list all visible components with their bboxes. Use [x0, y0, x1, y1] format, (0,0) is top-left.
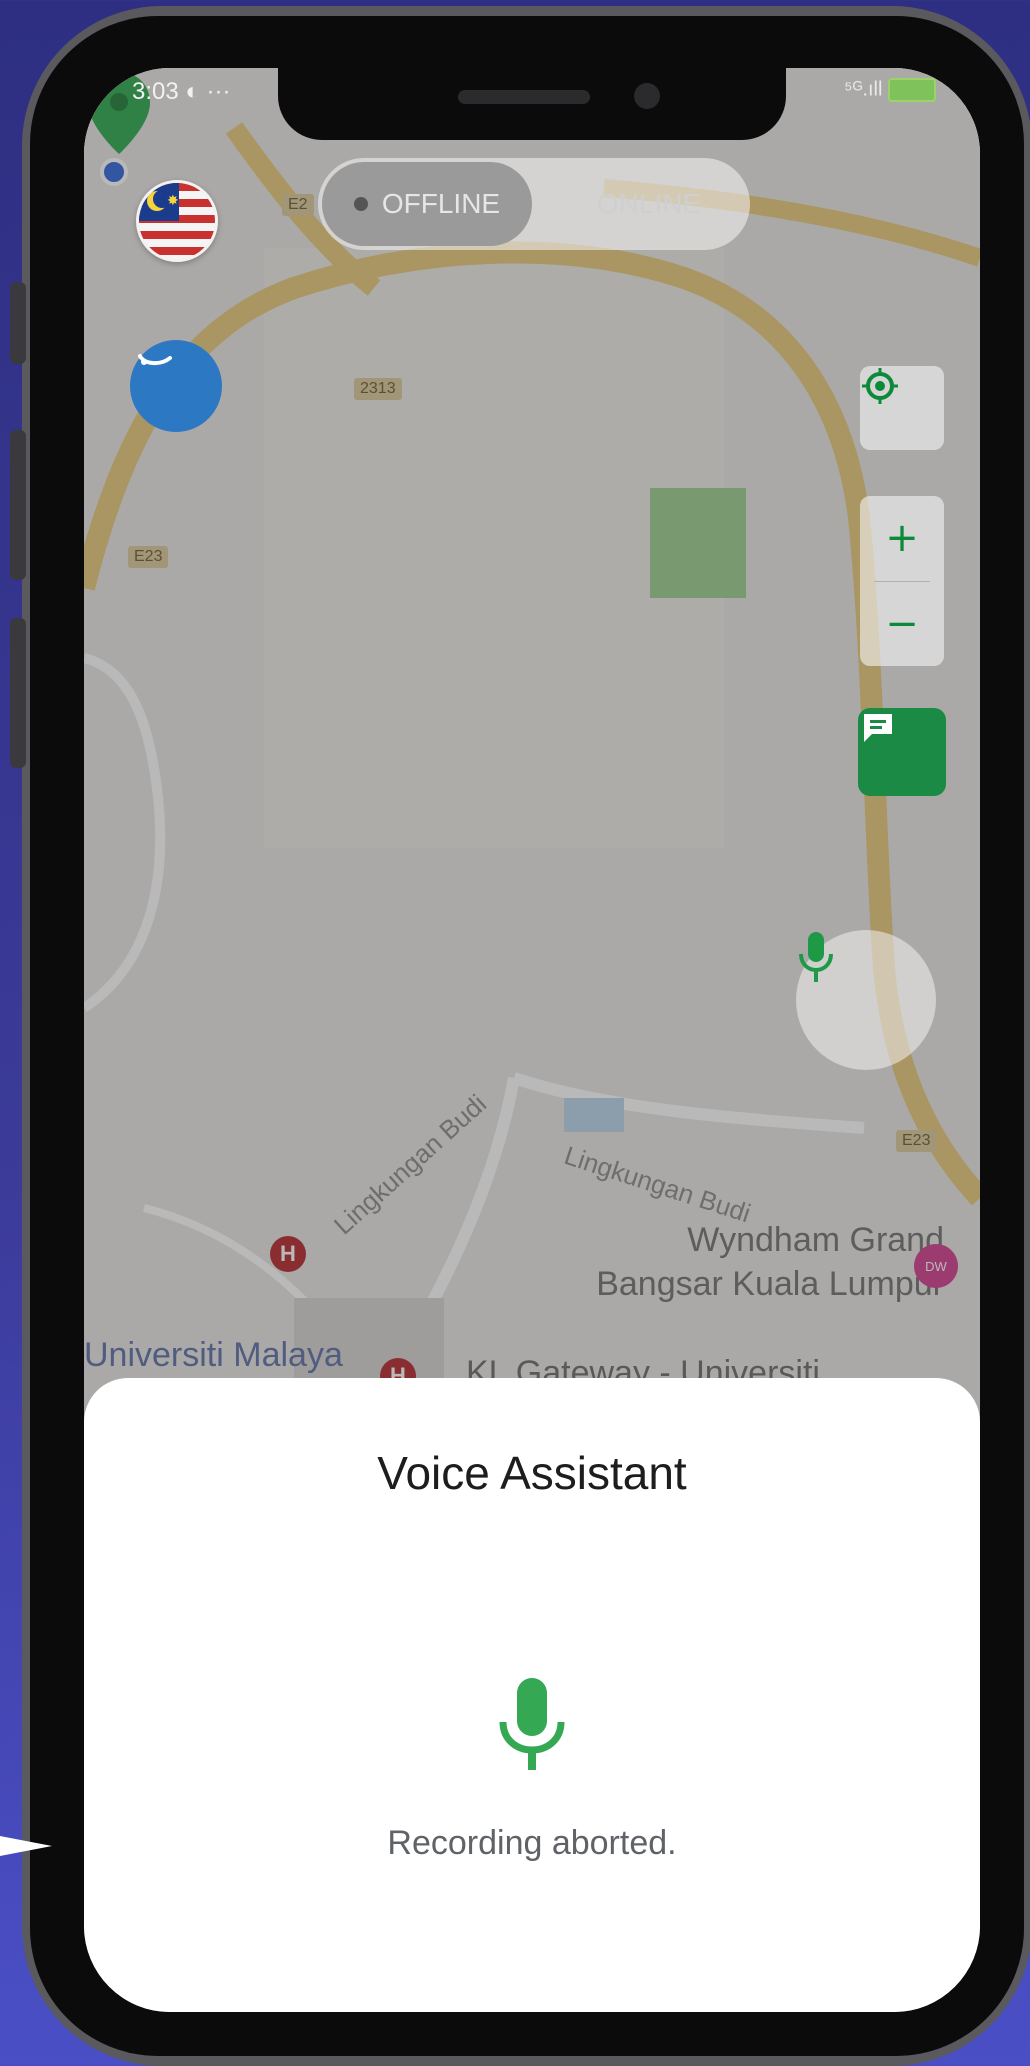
battery-icon: [888, 78, 936, 102]
offline-label: OFFLINE: [381, 188, 501, 219]
voice-assistant-title: Voice Assistant: [377, 1447, 687, 1499]
voice-mic-button[interactable]: [796, 930, 936, 1070]
signal-icon: ⁵ᴳ.ıll: [844, 78, 883, 101]
phone-notch: [278, 68, 786, 140]
poi-universiti-malaya[interactable]: Universiti Malaya: [84, 1336, 343, 1375]
voice-sheet-mic-icon[interactable]: [497, 1678, 567, 1774]
road-shield-e2: E2: [282, 194, 314, 216]
recording-status-text: Recording aborted.: [387, 1824, 677, 1862]
phone-volume-down-button: [10, 618, 26, 768]
speaker-grille: [458, 90, 590, 104]
online-label: ONLINE: [596, 188, 702, 219]
poi-wyndham-line1: Wyndham Grand: [687, 1221, 944, 1259]
hotel-icon[interactable]: DW: [914, 1244, 958, 1288]
message-icon: [864, 714, 892, 742]
phone-volume-up-button: [10, 430, 26, 580]
chat-smile-icon: [138, 354, 172, 365]
online-option[interactable]: ONLINE: [554, 162, 744, 246]
status-time-text: 3:03: [132, 78, 179, 105]
front-camera: [634, 83, 660, 109]
phone-screen: E2 2313 E23 E23 Lingkungan Budi Lingkung…: [84, 68, 980, 2012]
status-bar-time: 3:03 ◐ ···: [132, 78, 231, 106]
poi-wyndham-grand[interactable]: Wyndham Grand Bangsar Kuala Lumpur: [564, 1218, 944, 1306]
location-target-icon: [862, 368, 898, 404]
mode-toggle[interactable]: OFFLINE ONLINE: [318, 158, 750, 250]
road-shield-2313: 2313: [354, 378, 402, 400]
message-button[interactable]: [858, 708, 946, 796]
zoom-controls: + −: [860, 496, 944, 666]
phone-action-button: [10, 282, 26, 364]
offline-option[interactable]: OFFLINE: [322, 162, 532, 246]
status-left-icons: ◐ ···: [185, 78, 231, 105]
zoom-in-button[interactable]: +: [860, 496, 944, 580]
status-dot-icon: [353, 197, 368, 211]
voice-assistant-sheet: Voice Assistant Recording aborted.: [84, 1378, 980, 2012]
map-view[interactable]: E2 2313 E23 E23 Lingkungan Budi Lingkung…: [84, 68, 980, 1468]
road-shield-e23-lower: E23: [896, 1130, 937, 1152]
zoom-out-button[interactable]: −: [860, 582, 944, 666]
status-bar-icons: ⁵ᴳ.ıll: [844, 78, 936, 102]
my-location-button[interactable]: [860, 366, 944, 450]
mic-icon: [799, 932, 833, 982]
malaysia-flag-icon[interactable]: ✸: [136, 180, 218, 262]
hospital-icon[interactable]: H: [270, 1236, 306, 1272]
road-shield-e23: E23: [128, 546, 169, 568]
poi-wyndham-line2: Bangsar Kuala Lumpur: [596, 1265, 944, 1303]
pointer-arrow-icon: [0, 1836, 52, 1856]
chat-assistant-button[interactable]: [130, 340, 222, 432]
